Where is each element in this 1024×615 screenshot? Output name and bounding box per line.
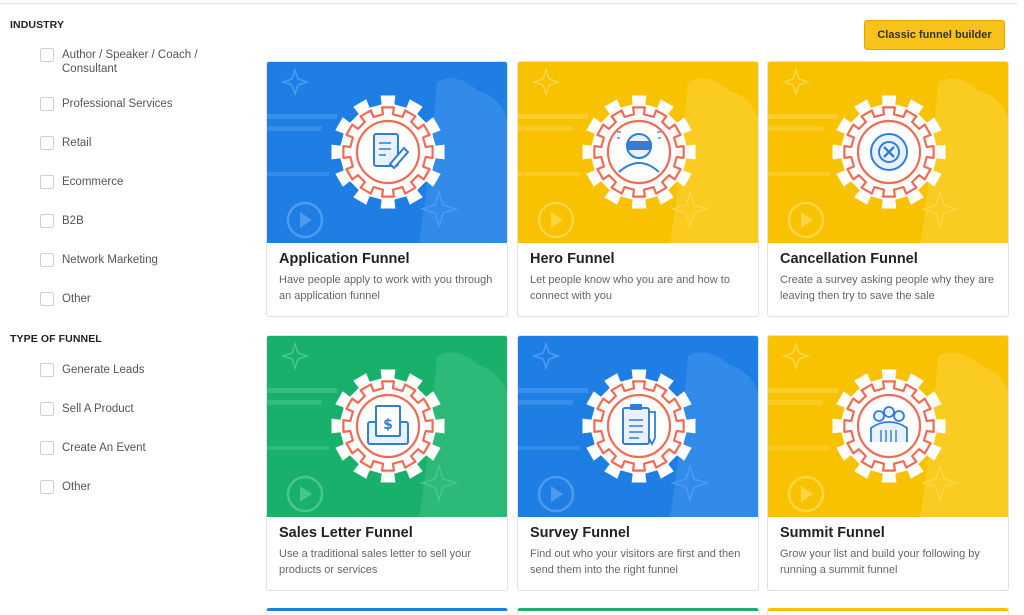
card-title: Sales Letter Funnel bbox=[279, 525, 413, 541]
funnel-type-option-other[interactable]: Other bbox=[40, 480, 212, 494]
speakers-group-icon bbox=[870, 406, 908, 442]
card-title: Summit Funnel bbox=[780, 525, 885, 541]
checkbox[interactable] bbox=[40, 175, 54, 189]
card-hero: $ bbox=[267, 336, 507, 517]
svg-text:$: $ bbox=[383, 417, 393, 433]
funnel-type-option-create-an-event[interactable]: Create An Event bbox=[40, 441, 212, 455]
industry-option-network-marketing[interactable]: Network Marketing bbox=[40, 253, 212, 267]
option-label: Professional Services bbox=[62, 98, 173, 110]
card-hero-art bbox=[518, 62, 758, 243]
checkbox[interactable] bbox=[40, 363, 54, 377]
card-description: Have people apply to work with you throu… bbox=[279, 274, 493, 302]
option-label: Create An Event bbox=[62, 442, 146, 454]
industry-option-professional-services[interactable]: Professional Services bbox=[40, 97, 212, 111]
option-label: Author / Speaker / Coach / Consultant bbox=[62, 49, 198, 75]
card-hero-art bbox=[267, 62, 507, 243]
checkbox[interactable] bbox=[40, 480, 54, 494]
classic-funnel-builder-button[interactable]: Classic funnel builder bbox=[864, 20, 1005, 50]
card-hero-art bbox=[518, 336, 758, 517]
card-title: Application Funnel bbox=[279, 251, 410, 267]
option-label: Generate Leads bbox=[62, 364, 145, 376]
card-hero-art: $ bbox=[267, 336, 507, 517]
checkbox[interactable] bbox=[40, 48, 54, 62]
funnel-card-partial[interactable] bbox=[266, 608, 508, 615]
industry-option-author[interactable]: Author / Speaker / Coach / Consultant bbox=[40, 48, 212, 76]
card-title: Cancellation Funnel bbox=[780, 251, 918, 267]
card-hero bbox=[768, 336, 1008, 517]
funnel-card-hero[interactable]: Hero Funnel Let people know who you are … bbox=[517, 61, 759, 317]
card-hero-art bbox=[768, 336, 1008, 517]
option-label: Other bbox=[62, 481, 91, 493]
funnel-card-partial[interactable] bbox=[517, 608, 759, 615]
funnel-type-heading: TYPE OF FUNNEL bbox=[10, 333, 102, 345]
funnel-card-application[interactable]: Application Funnel Have people apply to … bbox=[266, 61, 508, 317]
checkbox[interactable] bbox=[40, 136, 54, 150]
industry-heading: INDUSTRY bbox=[10, 19, 65, 31]
option-label: Ecommerce bbox=[62, 176, 124, 188]
card-title: Hero Funnel bbox=[530, 251, 615, 267]
funnel-card-survey[interactable]: Survey Funnel Find out who your visitors… bbox=[517, 335, 759, 591]
funnel-card-summit[interactable]: Summit Funnel Grow your list and build y… bbox=[767, 335, 1009, 591]
funnel-card-sales-letter[interactable]: $ Sales Letter Funnel Use a traditional … bbox=[266, 335, 508, 591]
funnel-card-partial[interactable] bbox=[767, 608, 1009, 615]
industry-option-b2b[interactable]: B2B bbox=[40, 214, 212, 228]
funnel-type-option-generate-leads[interactable]: Generate Leads bbox=[40, 363, 212, 377]
cancel-circle-icon bbox=[870, 133, 908, 171]
card-hero bbox=[768, 62, 1008, 243]
checkbox[interactable] bbox=[40, 402, 54, 416]
funnel-card-cancellation[interactable]: Cancellation Funnel Create a survey aski… bbox=[767, 61, 1009, 317]
card-hero bbox=[518, 62, 758, 243]
checkbox[interactable] bbox=[40, 441, 54, 455]
card-hero bbox=[267, 62, 507, 243]
option-label: Retail bbox=[62, 137, 92, 149]
funnel-type-option-sell-a-product[interactable]: Sell A Product bbox=[40, 402, 212, 416]
card-description: Let people know who you are and how to c… bbox=[530, 274, 730, 302]
industry-option-other[interactable]: Other bbox=[40, 292, 212, 306]
card-description: Find out who your visitors are first and… bbox=[530, 548, 741, 576]
checkbox[interactable] bbox=[40, 97, 54, 111]
industry-option-ecommerce[interactable]: Ecommerce bbox=[40, 175, 212, 189]
option-label: B2B bbox=[62, 215, 84, 227]
filter-sidebar: INDUSTRY Author / Speaker / Coach / Cons… bbox=[0, 0, 250, 615]
card-description: Grow your list and build your following … bbox=[780, 548, 980, 576]
card-hero-art bbox=[768, 62, 1008, 243]
card-hero bbox=[518, 336, 758, 517]
option-label: Other bbox=[62, 293, 91, 305]
card-title: Survey Funnel bbox=[530, 525, 630, 541]
checkbox[interactable] bbox=[40, 253, 54, 267]
industry-option-retail[interactable]: Retail bbox=[40, 136, 212, 150]
checkbox[interactable] bbox=[40, 292, 54, 306]
option-label: Sell A Product bbox=[62, 403, 134, 415]
card-description: Use a traditional sales letter to sell y… bbox=[279, 548, 471, 576]
checkbox[interactable] bbox=[40, 214, 54, 228]
card-description: Create a survey asking people why they a… bbox=[780, 274, 995, 302]
option-label: Network Marketing bbox=[62, 254, 158, 266]
